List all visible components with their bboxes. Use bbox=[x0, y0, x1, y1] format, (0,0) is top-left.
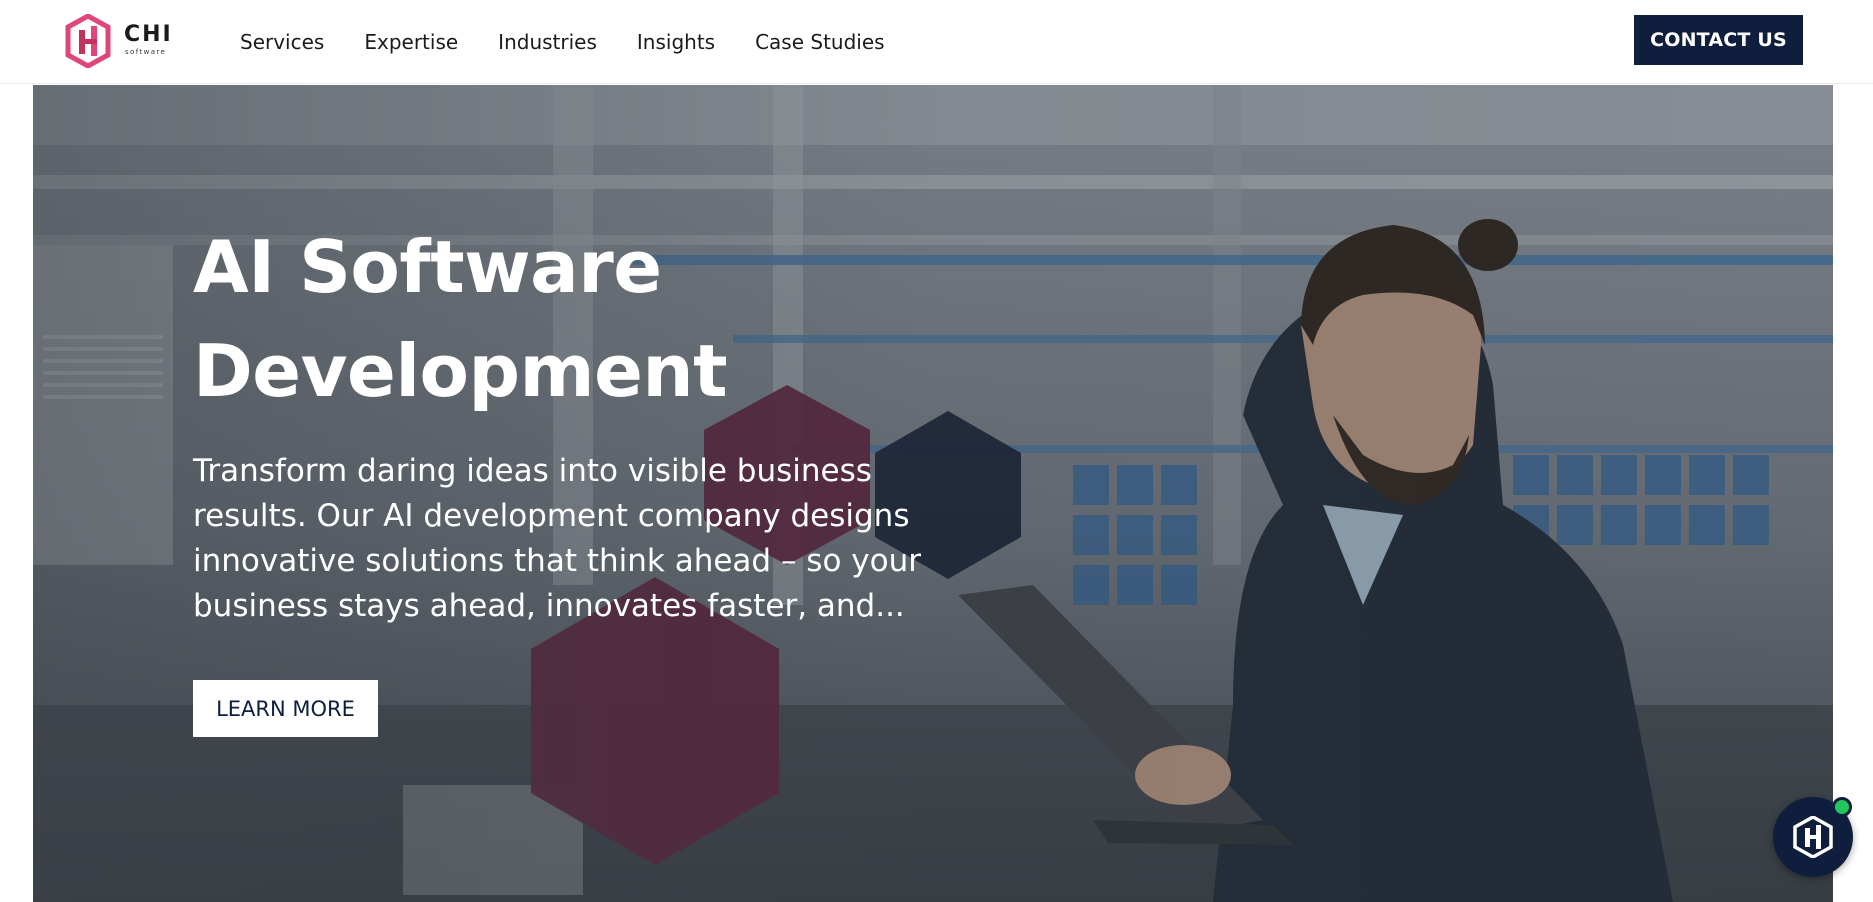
chi-logo-icon bbox=[65, 14, 111, 68]
logo-wordmark: CHI bbox=[124, 22, 173, 47]
chi-logo-icon bbox=[1793, 816, 1833, 858]
chat-launcher-button[interactable] bbox=[1773, 797, 1853, 877]
hero-section: AI Software Development Transform daring… bbox=[33, 85, 1833, 902]
nav-item-insights[interactable]: Insights bbox=[637, 30, 715, 54]
hero-title-line-2: Development bbox=[193, 329, 728, 413]
nav-item-case-studies[interactable]: Case Studies bbox=[755, 30, 885, 54]
nav-item-industries[interactable]: Industries bbox=[498, 30, 597, 54]
hero-description-line: business stays ahead, innovates faster, … bbox=[193, 588, 905, 624]
hero-description-line: results. Our AI development company desi… bbox=[193, 498, 910, 534]
site-header: CHI software Services Expertise Industri… bbox=[0, 0, 1873, 84]
contact-us-button[interactable]: CONTACT US bbox=[1634, 15, 1803, 65]
main-nav: Services Expertise Industries Insights C… bbox=[240, 0, 885, 84]
hero-description-line: innovative solutions that think ahead – … bbox=[193, 543, 921, 579]
hero-title-line-1: AI Software bbox=[193, 225, 662, 309]
online-status-dot bbox=[1832, 797, 1852, 817]
chi-logo[interactable]: CHI software bbox=[64, 14, 174, 68]
hero-title: AI Software Development bbox=[193, 215, 953, 423]
learn-more-button[interactable]: LEARN MORE bbox=[193, 680, 378, 737]
hero-description: Transform daring ideas into visible busi… bbox=[193, 449, 953, 629]
logo-tagline: software bbox=[125, 48, 167, 56]
hero-description-line: Transform daring ideas into visible busi… bbox=[193, 453, 872, 489]
nav-item-services[interactable]: Services bbox=[240, 30, 324, 54]
nav-item-expertise[interactable]: Expertise bbox=[364, 30, 458, 54]
